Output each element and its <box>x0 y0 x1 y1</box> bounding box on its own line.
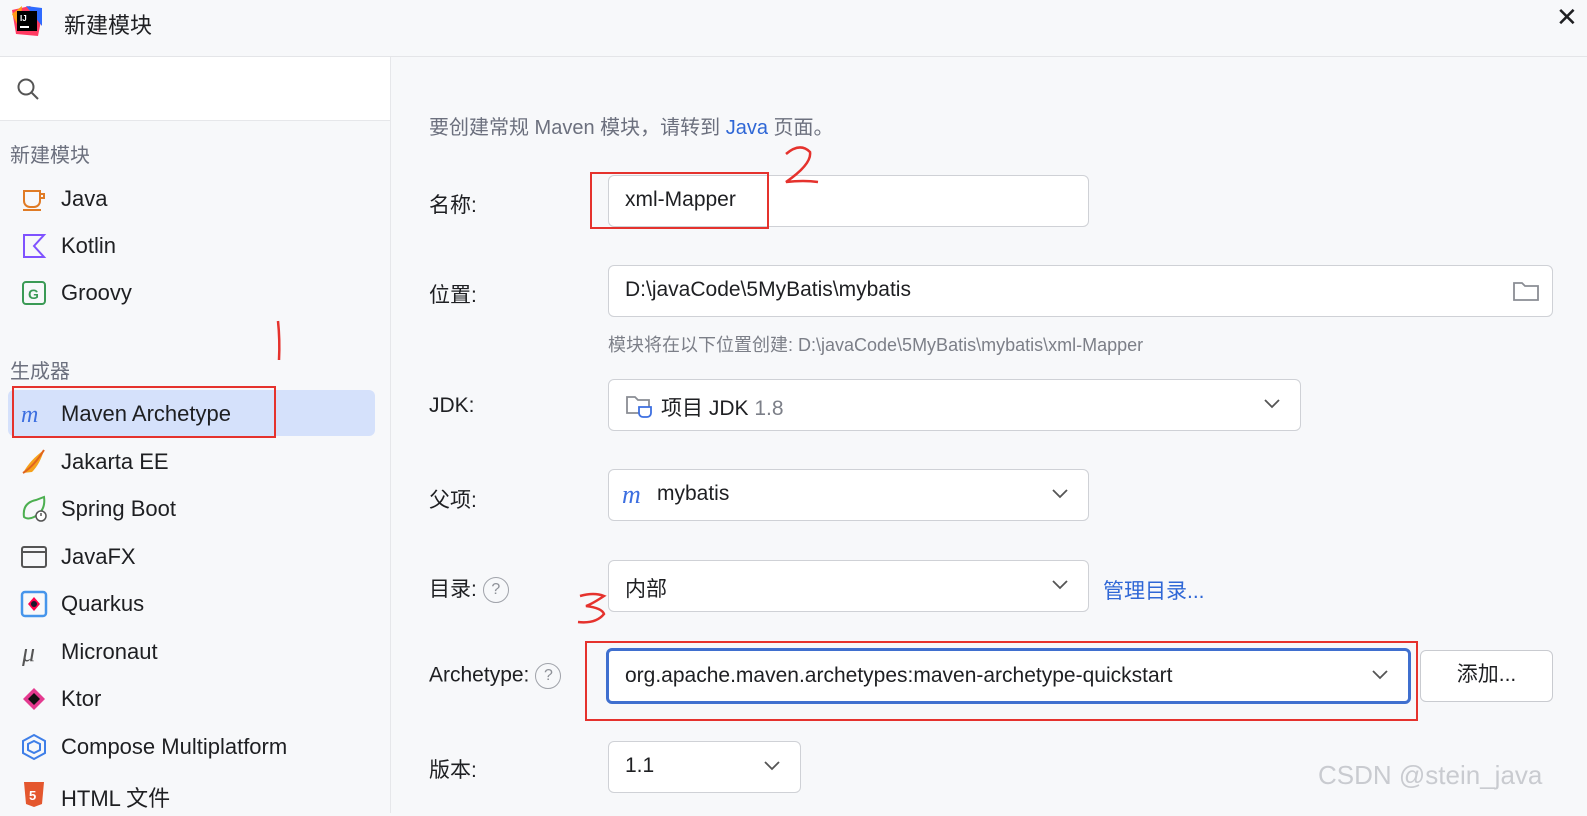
quarkus-icon <box>20 590 48 618</box>
sidebar-item-label: HTML 文件 <box>61 786 171 811</box>
jdk-folder-icon <box>626 396 652 418</box>
sidebar-item-spring-boot[interactable]: Spring Boot <box>8 485 375 531</box>
group-label-generators: 生成器 <box>10 361 70 383</box>
sidebar-search[interactable] <box>0 57 390 121</box>
sidebar-item-java[interactable]: Java <box>8 175 375 221</box>
maven-hint-text: 要创建常规 Maven 模块，请转到 Java 页面。 <box>429 111 834 140</box>
version-dropdown[interactable]: 1.1 <box>608 741 801 793</box>
jdk-value: 项目 JDK 1.8 <box>661 392 784 422</box>
svg-text:G: G <box>28 286 39 302</box>
annotation-box-maven <box>12 386 276 438</box>
sidebar-item-label: Ktor <box>61 686 102 711</box>
parent-value: mybatis <box>657 482 730 505</box>
catalog-value: 内部 <box>625 578 667 601</box>
hint-prefix: 要创建常规 Maven 模块，请转到 <box>429 117 721 139</box>
title-bar: IJ 新建模块 ✕ <box>0 0 1587 57</box>
sidebar-item-label: Java <box>61 186 108 211</box>
name-label: 名称: <box>429 194 477 217</box>
help-icon[interactable]: ? <box>535 663 562 689</box>
sidebar-item-jakarta-ee[interactable]: Jakarta EE <box>8 438 375 484</box>
parent-dropdown[interactable]: m mybatis <box>608 469 1089 521</box>
window-title: 新建模块 <box>64 13 153 38</box>
jdk-name: 项目 JDK <box>661 397 749 420</box>
jdk-label: JDK: <box>429 394 475 417</box>
jdk-version: 1.8 <box>754 397 784 420</box>
location-label: 位置: <box>429 284 477 307</box>
chevron-down-icon <box>1052 489 1068 499</box>
sidebar-item-label: Jakarta EE <box>61 449 169 474</box>
sidebar-item-javafx[interactable]: JavaFX <box>8 533 375 579</box>
sidebar-item-label: Kotlin <box>61 233 117 258</box>
java-cup-icon <box>23 190 45 211</box>
version-label: 版本: <box>429 759 477 782</box>
catalog-dropdown[interactable]: 内部 <box>608 560 1089 612</box>
sidebar-item-kotlin[interactable]: Kotlin <box>8 222 375 268</box>
svg-text:5: 5 <box>29 788 36 803</box>
javafx-icon <box>21 546 47 568</box>
add-archetype-button[interactable]: 添加... <box>1420 650 1553 702</box>
intellij-logo-icon: IJ <box>12 6 42 36</box>
kotlin-icon <box>23 234 47 258</box>
java-page-link[interactable]: Java <box>726 117 768 139</box>
chevron-down-icon <box>1264 399 1280 409</box>
group-label-new-module: 新建模块 <box>10 145 90 167</box>
svg-text:m: m <box>622 480 641 509</box>
parent-label: 父项: <box>429 489 477 512</box>
sidebar-item-quarkus[interactable]: Quarkus <box>8 580 375 626</box>
sidebar-item-html-file[interactable]: 5 HTML 文件 <box>8 770 375 816</box>
watermark: CSDN @stein_java <box>1318 760 1543 790</box>
sidebar-item-label: Compose Multiplatform <box>61 734 288 759</box>
sidebar-item-label: Groovy <box>61 280 132 305</box>
close-icon[interactable]: ✕ <box>1556 2 1578 32</box>
ktor-icon <box>23 688 45 710</box>
help-icon[interactable]: ? <box>482 577 509 604</box>
jdk-dropdown[interactable]: 项目 JDK 1.8 <box>608 379 1301 431</box>
groovy-icon: G <box>22 281 46 305</box>
archetype-label-row: Archetype:? <box>429 663 562 689</box>
maven-icon: m <box>622 480 641 509</box>
sidebar-item-label: Micronaut <box>61 639 158 664</box>
html5-icon: 5 <box>24 782 44 807</box>
chevron-down-icon <box>1052 580 1068 590</box>
location-field[interactable]: D:\javaCode\5MyBatis\mybatis <box>608 265 1553 317</box>
sidebar-item-groovy[interactable]: G Groovy <box>8 269 375 315</box>
location-field-value: D:\javaCode\5MyBatis\mybatis <box>625 278 911 301</box>
svg-text:μ: μ <box>21 638 35 666</box>
chevron-down-icon <box>764 761 780 771</box>
archetype-label: Archetype: <box>429 663 530 687</box>
sidebar-item-label: Spring Boot <box>61 496 176 521</box>
jakarta-icon <box>22 449 45 474</box>
catalog-label-row: 目录:? <box>429 573 509 604</box>
sidebar-item-micronaut[interactable]: μ Micronaut <box>8 628 375 674</box>
sidebar-item-label: JavaFX <box>61 544 136 569</box>
hint-suffix: 页面。 <box>773 117 834 139</box>
annotation-box-name <box>590 172 769 229</box>
version-value: 1.1 <box>625 754 655 777</box>
location-note: 模块将在以下位置创建: D:\javaCode\5MyBatis\mybatis… <box>608 335 1144 355</box>
search-icon <box>17 78 39 100</box>
folder-icon[interactable] <box>1512 279 1540 303</box>
spring-boot-icon <box>22 495 47 522</box>
svg-text:IJ: IJ <box>20 14 27 23</box>
sidebar-item-ktor[interactable]: Ktor <box>8 675 375 721</box>
manage-catalogs-link[interactable]: 管理目录... <box>1103 575 1205 605</box>
sidebar-item-label: Quarkus <box>61 591 145 616</box>
micronaut-icon: μ <box>21 638 35 666</box>
sidebar-item-compose-multiplatform[interactable]: Compose Multiplatform <box>8 723 375 769</box>
catalog-label: 目录: <box>429 578 477 601</box>
compose-icon <box>22 733 46 761</box>
annotation-box-archetype <box>585 641 1418 721</box>
